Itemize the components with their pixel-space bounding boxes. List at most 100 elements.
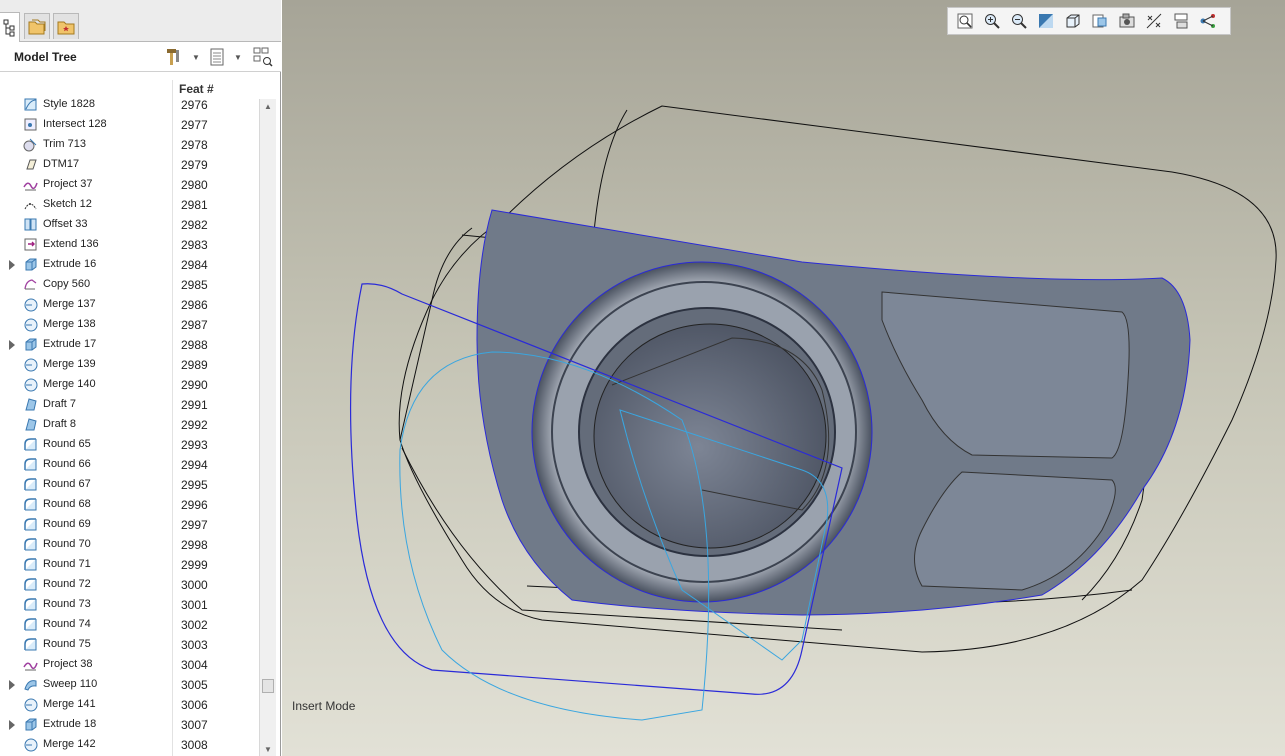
- model-viewport[interactable]: [282, 0, 1285, 756]
- tree-row[interactable]: Round 69 2997: [0, 515, 258, 535]
- tree-row[interactable]: Draft 8 2992: [0, 415, 258, 435]
- tree-row[interactable]: Round 73 3001: [0, 595, 258, 615]
- tree-row[interactable]: Round 70 2998: [0, 535, 258, 555]
- expand-arrow-icon[interactable]: [9, 340, 15, 350]
- feature-number: 2978: [181, 138, 208, 152]
- tree-row[interactable]: Merge 142 3008: [0, 735, 258, 755]
- chevron-down-icon[interactable]: ▼: [234, 53, 242, 62]
- tree-row[interactable]: Merge 141 3006: [0, 695, 258, 715]
- feature-number: 3002: [181, 618, 208, 632]
- round-icon: [24, 598, 37, 611]
- tree-settings-icon[interactable]: [163, 47, 183, 67]
- tree-row[interactable]: Sketch 12 2981: [0, 195, 258, 215]
- sweep-icon: [24, 680, 37, 691]
- feature-number: 2998: [181, 538, 208, 552]
- merge-icon: [24, 358, 38, 372]
- tree-row[interactable]: Copy 560 2985: [0, 275, 258, 295]
- feature-name: Round 68: [43, 498, 91, 510]
- feat-number-column-header[interactable]: Feat #: [179, 82, 214, 96]
- feature-number: 3003: [181, 638, 208, 652]
- scroll-down-arrow-icon[interactable]: ▼: [260, 742, 276, 756]
- scroll-up-arrow-icon[interactable]: ▲: [260, 99, 276, 113]
- tree-row[interactable]: Sweep 110 3005: [0, 675, 258, 695]
- repaint-button[interactable]: [1035, 10, 1057, 32]
- folder-browser-icon: [28, 19, 46, 34]
- feature-name: Sketch 12: [43, 198, 92, 210]
- tree-row[interactable]: Round 66 2994: [0, 455, 258, 475]
- tree-scrollbar[interactable]: ▲ ▼: [259, 99, 276, 756]
- tree-filter-icon[interactable]: [253, 47, 273, 67]
- tree-row[interactable]: Round 72 3000: [0, 575, 258, 595]
- tree-row[interactable]: Intersect 128 2977: [0, 115, 258, 135]
- feature-name: Extend 136: [43, 238, 99, 250]
- expand-arrow-icon[interactable]: [9, 720, 15, 730]
- zoom-out-button[interactable]: [1008, 10, 1030, 32]
- expand-arrow-icon[interactable]: [9, 680, 15, 690]
- tree-row[interactable]: Merge 140 2990: [0, 375, 258, 395]
- display-style-button[interactable]: [1062, 10, 1084, 32]
- datum-display-button[interactable]: [1143, 10, 1165, 32]
- tab-model-tree[interactable]: [0, 12, 20, 42]
- chevron-down-icon[interactable]: ▼: [192, 53, 200, 62]
- feature-name: Intersect 128: [43, 118, 107, 130]
- spin-center-button[interactable]: [1197, 10, 1219, 32]
- tree-row[interactable]: DTM17 2979: [0, 155, 258, 175]
- style-icon: [24, 98, 37, 111]
- tree-row[interactable]: Offset 33 2982: [0, 215, 258, 235]
- feature-name: Sweep 110: [43, 678, 98, 690]
- graphics-window[interactable]: Insert Mode: [282, 0, 1285, 756]
- tree-row[interactable]: Extrude 17 2988: [0, 335, 258, 355]
- tree-row[interactable]: Project 37 2980: [0, 175, 258, 195]
- model-tree-icon: [3, 19, 14, 36]
- tab-favorites[interactable]: [53, 13, 79, 39]
- tree-row[interactable]: Draft 7 2991: [0, 395, 258, 415]
- tree-row[interactable]: Extrude 18 3007: [0, 715, 258, 735]
- round-icon: [24, 478, 37, 491]
- feature-name: Merge 142: [43, 738, 96, 750]
- view-toolbar: [947, 7, 1231, 35]
- tree-row[interactable]: Project 38 3004: [0, 655, 258, 675]
- feature-name: Project 38: [43, 658, 93, 670]
- tree-row[interactable]: Round 65 2993: [0, 435, 258, 455]
- round-icon: [24, 638, 37, 651]
- repaint-icon: [1039, 14, 1053, 28]
- view-manager-button[interactable]: [1116, 10, 1138, 32]
- round-icon: [24, 538, 37, 551]
- tree-row[interactable]: Round 75 3003: [0, 635, 258, 655]
- saved-views-button[interactable]: [1089, 10, 1111, 32]
- tree-row[interactable]: Merge 137 2986: [0, 295, 258, 315]
- expand-arrow-icon[interactable]: [9, 260, 15, 270]
- tree-row[interactable]: Merge 139 2989: [0, 355, 258, 375]
- feature-number: 2981: [181, 198, 208, 212]
- tree-row[interactable]: Round 74 3002: [0, 615, 258, 635]
- zoom-in-button[interactable]: [981, 10, 1003, 32]
- merge-icon: [24, 698, 38, 712]
- feature-name: Draft 8: [43, 418, 77, 430]
- display-style-icon: [1066, 14, 1080, 28]
- feature-name: Trim 713: [43, 138, 86, 150]
- tree-row[interactable]: Extrude 16 2984: [0, 255, 258, 275]
- round-icon: [24, 558, 37, 571]
- tree-row[interactable]: Trim 713 2978: [0, 135, 258, 155]
- tree-row[interactable]: Merge 138 2987: [0, 315, 258, 335]
- scroll-thumb[interactable]: [262, 679, 274, 693]
- tree-row[interactable]: Round 71 2999: [0, 555, 258, 575]
- tree-row[interactable]: Style 1828 2976: [0, 95, 258, 115]
- feature-name: Merge 138: [43, 318, 96, 330]
- feature-name: Round 75: [43, 638, 91, 650]
- model-tree-panel: Model Tree ▼ ▼ Feat # Style 1828 2976 In…: [0, 0, 281, 756]
- extrude-icon: [25, 338, 37, 351]
- feature-number: 2989: [181, 358, 208, 372]
- show-columns-icon[interactable]: [207, 47, 227, 67]
- copy-icon: [24, 279, 37, 290]
- tree-row[interactable]: Round 68 2996: [0, 495, 258, 515]
- annotation-display-button[interactable]: [1170, 10, 1192, 32]
- refit-button[interactable]: [954, 10, 976, 32]
- feature-number: 2993: [181, 438, 208, 452]
- tree-row[interactable]: Extend 136 2983: [0, 235, 258, 255]
- tab-folder-browser[interactable]: [24, 13, 50, 39]
- round-icon: [24, 438, 37, 451]
- favorites-folder-icon: [57, 21, 75, 34]
- feature-number: 2979: [181, 158, 208, 172]
- tree-row[interactable]: Round 67 2995: [0, 475, 258, 495]
